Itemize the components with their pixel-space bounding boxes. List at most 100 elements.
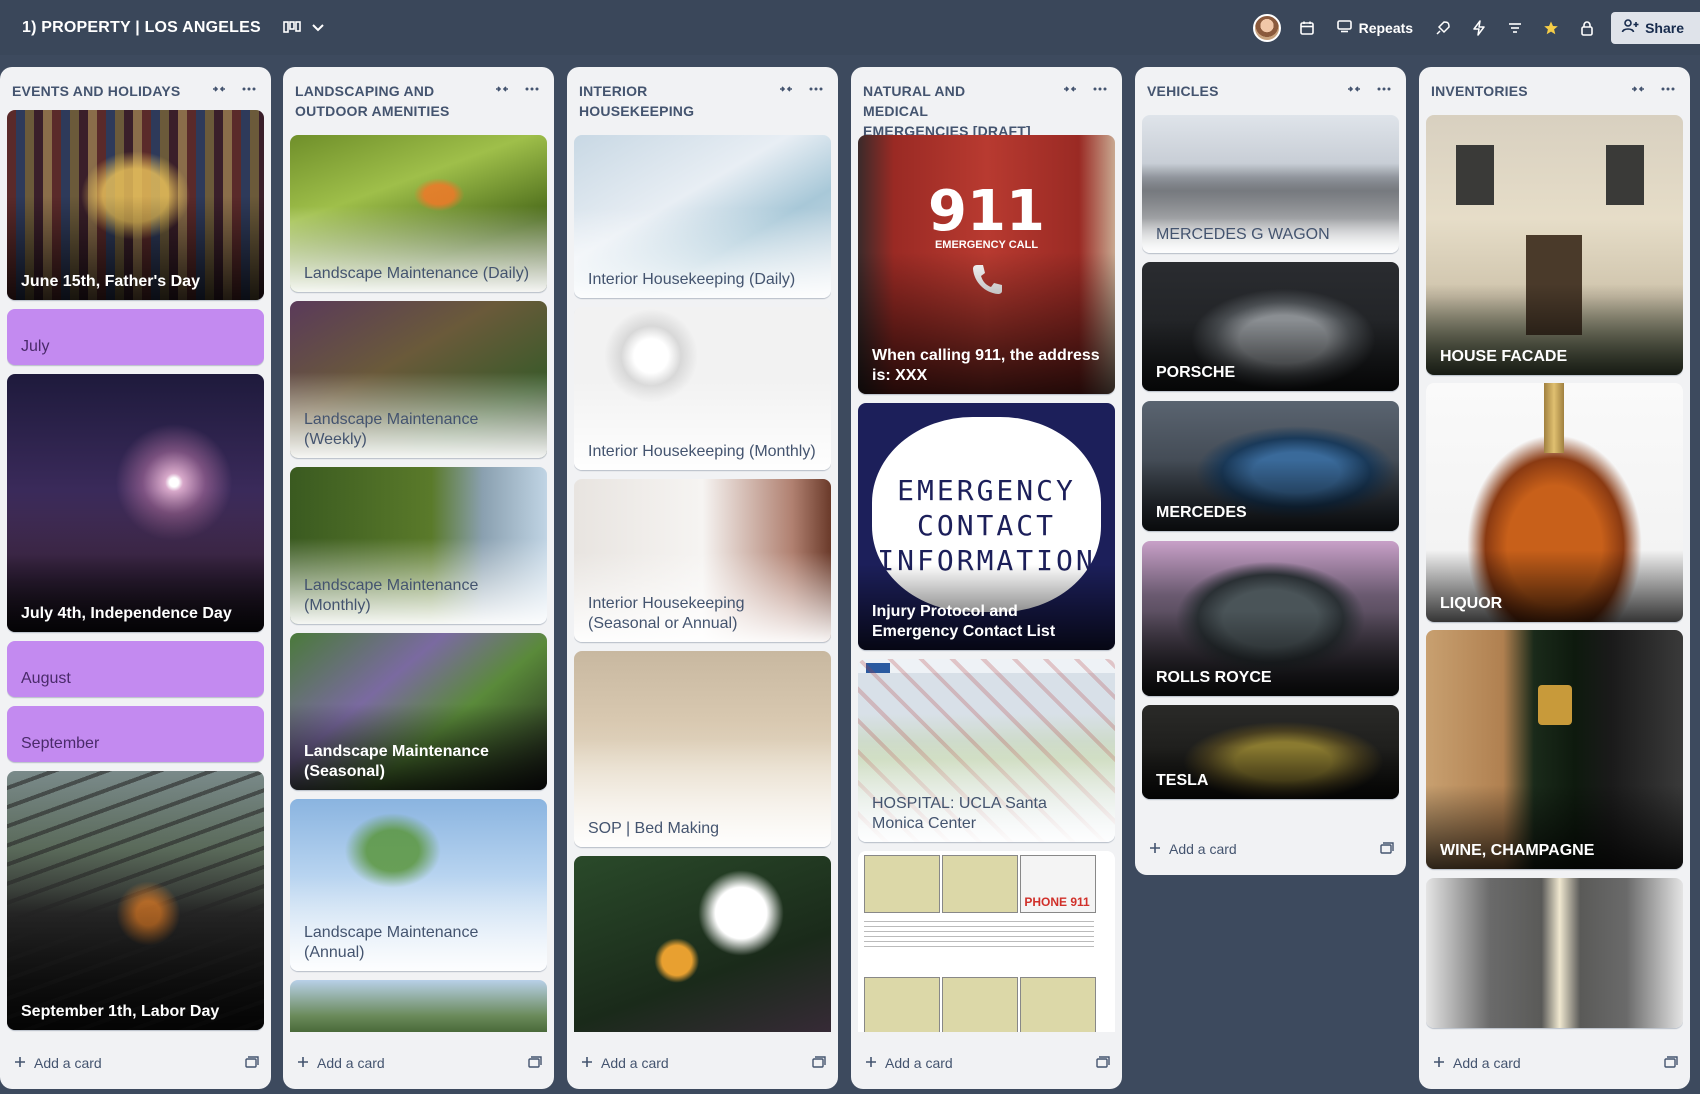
plus-icon [297, 1055, 309, 1071]
add-card-button[interactable]: Add a card [1149, 835, 1394, 863]
card-title: HOSPITAL: UCLA Santa Monica Center [872, 795, 1047, 832]
more-icon[interactable] [520, 77, 544, 101]
card[interactable]: WINE, CHAMPAGNE [1426, 630, 1683, 869]
list-title[interactable]: INTERIOR HOUSEKEEPING [579, 81, 749, 121]
more-icon[interactable] [1372, 77, 1396, 101]
list-inventories[interactable]: INVENTORIES HOUSE FACADE LIQUOR WINE, CH… [1419, 67, 1690, 1089]
lightning-icon[interactable] [1461, 10, 1497, 46]
card[interactable]: TESLA [1142, 705, 1399, 799]
share-button[interactable]: Share [1611, 11, 1700, 44]
board-title[interactable]: 1) PROPERTY | LOS ANGELES [22, 19, 261, 37]
card[interactable]: PORSCHE [1142, 262, 1399, 391]
card[interactable]: August [7, 641, 264, 697]
card[interactable]: September [7, 706, 264, 762]
card-title: Landscape Maintenance (Annual) [304, 924, 479, 961]
add-card-label: Add a card [1453, 1055, 1521, 1071]
collapse-icon[interactable] [1058, 77, 1082, 101]
list-landscaping[interactable]: LANDSCAPING AND OUTDOOR AMENITIES Landsc… [283, 67, 554, 1089]
card[interactable]: July 4th, Independence Day [7, 374, 264, 632]
collapse-icon[interactable] [490, 77, 514, 101]
template-icon[interactable] [1664, 1055, 1678, 1071]
collapse-icon[interactable] [1626, 77, 1650, 101]
card[interactable]: HOSPITAL: UCLA Santa Monica Center [858, 659, 1115, 842]
card[interactable]: SOP | Bed Making [574, 651, 831, 847]
template-icon[interactable] [1096, 1055, 1110, 1071]
collapse-icon[interactable] [1342, 77, 1366, 101]
card[interactable]: LIQUOR [1426, 383, 1683, 622]
card[interactable]: Landscape Maintenance (Monthly) [290, 467, 547, 624]
board-header: 1) PROPERTY | LOS ANGELES Repeats Share [0, 0, 1700, 55]
list-events-and-holidays[interactable]: EVENTS AND HOLIDAYS June 15th, Father's … [0, 67, 271, 1089]
star-icon[interactable] [1533, 10, 1569, 46]
more-icon[interactable] [1656, 77, 1680, 101]
add-card-button[interactable]: Add a card [581, 1049, 826, 1077]
calendar-icon[interactable] [1289, 10, 1325, 46]
lock-icon[interactable] [1569, 10, 1605, 46]
card-title: September [21, 735, 100, 752]
add-card-button[interactable]: Add a card [14, 1049, 259, 1077]
card-title: September 1th, Labor Day [21, 1003, 220, 1020]
avatar[interactable] [1252, 13, 1281, 42]
more-icon[interactable] [804, 77, 828, 101]
card[interactable] [290, 980, 547, 1032]
card[interactable]: Landscape Maintenance (Seasonal) [290, 633, 547, 790]
collapse-icon[interactable] [207, 77, 231, 101]
list-vehicles[interactable]: VEHICLES MERCEDES G WAGON PORSCHE MERCED… [1135, 67, 1406, 875]
filter-icon[interactable] [1497, 10, 1533, 46]
plus-icon [1149, 841, 1161, 857]
card-title: Interior Housekeeping (Seasonal or Annua… [588, 595, 745, 632]
card[interactable]: MERCEDES G WAGON [1142, 115, 1399, 253]
add-card-label: Add a card [317, 1055, 385, 1071]
list-title[interactable]: EVENTS AND HOLIDAYS [12, 81, 182, 101]
template-icon[interactable] [528, 1055, 542, 1071]
card[interactable] [574, 856, 831, 1032]
card[interactable]: ROLLS ROYCE [1142, 541, 1399, 696]
card-title: HOUSE FACADE [1440, 348, 1568, 365]
card[interactable]: HOUSE FACADE [1426, 115, 1683, 375]
collapse-icon[interactable] [774, 77, 798, 101]
list-interior-housekeeping[interactable]: INTERIOR HOUSEKEEPING Interior Housekeep… [567, 67, 838, 1089]
card[interactable]: July [7, 309, 264, 365]
add-card-button[interactable]: Add a card [865, 1049, 1110, 1077]
list-emergencies[interactable]: NATURAL AND MEDICAL EMERGENCIES [DRAFT] … [851, 67, 1122, 1089]
add-card-button[interactable]: Add a card [297, 1049, 542, 1077]
card[interactable]: PHONE 911 [858, 851, 1115, 1032]
board-lists: EVENTS AND HOLIDAYS June 15th, Father's … [0, 67, 1700, 1094]
card[interactable]: Interior Housekeeping (Seasonal or Annua… [574, 479, 831, 642]
card[interactable]: Landscape Maintenance (Weekly) [290, 301, 547, 458]
card[interactable]: EMERGENCY CONTACT INFORMATION Injury Pro… [858, 403, 1115, 650]
plus-icon [1433, 1055, 1445, 1071]
more-icon[interactable] [237, 77, 261, 101]
card[interactable]: Interior Housekeeping (Monthly) [574, 307, 831, 470]
card[interactable]: Interior Housekeeping (Daily) [574, 135, 831, 298]
card[interactable]: MERCEDES [1142, 401, 1399, 531]
add-card-button[interactable]: Add a card [1433, 1049, 1678, 1077]
repeats-icon [1336, 19, 1353, 36]
card-title: Injury Protocol and Emergency Contact Li… [872, 603, 1056, 640]
template-icon[interactable] [812, 1055, 826, 1071]
card[interactable] [1426, 878, 1683, 1028]
rocket-icon[interactable] [1425, 10, 1461, 46]
window-icon [1456, 145, 1494, 205]
card-title: Landscape Maintenance (Monthly) [304, 577, 479, 614]
card-title: June 15th, Father's Day [21, 273, 200, 290]
list-title[interactable]: LANDSCAPING AND OUTDOOR AMENITIES [295, 81, 465, 121]
more-icon[interactable] [1088, 77, 1112, 101]
phone-number-graphic: 911 [928, 179, 1045, 244]
card-title: LIQUOR [1440, 595, 1503, 612]
repeats-button[interactable]: Repeats [1325, 19, 1425, 36]
card[interactable]: June 15th, Father's Day [7, 110, 264, 300]
card[interactable]: 911 EMERGENCY CALL When calling 911, the… [858, 135, 1115, 394]
wine-label-icon [1538, 685, 1572, 725]
phone-911-text: PHONE 911 [1024, 895, 1090, 909]
list-title[interactable]: NATURAL AND MEDICAL EMERGENCIES [DRAFT] [863, 81, 1033, 141]
card[interactable]: September 1th, Labor Day [7, 771, 264, 1030]
list-title[interactable]: INVENTORIES [1431, 81, 1601, 101]
template-icon[interactable] [1380, 841, 1394, 857]
card[interactable]: Landscape Maintenance (Daily) [290, 135, 547, 292]
list-title[interactable]: VEHICLES [1147, 81, 1317, 101]
add-card-label: Add a card [601, 1055, 669, 1071]
view-switcher[interactable] [283, 20, 325, 35]
template-icon[interactable] [245, 1055, 259, 1071]
card[interactable]: Landscape Maintenance (Annual) [290, 799, 547, 971]
